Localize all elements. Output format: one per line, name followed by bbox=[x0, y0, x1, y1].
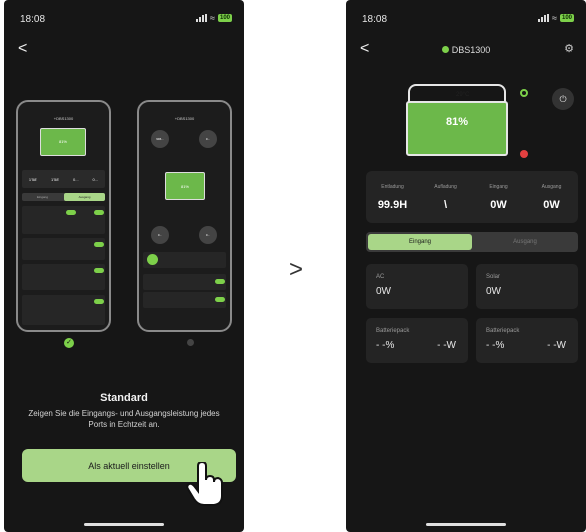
battery-pack-card[interactable]: Batteriepack - -% - -W bbox=[366, 318, 468, 363]
page-indicator-dot[interactable] bbox=[187, 339, 194, 346]
card-value: 0W bbox=[376, 286, 391, 297]
solar-input-card[interactable]: Solar 0W bbox=[476, 264, 578, 309]
tab-input[interactable]: Eingang bbox=[368, 234, 472, 250]
power-icon[interactable]: ⏻ bbox=[552, 88, 574, 110]
mini-node: 996... bbox=[151, 130, 169, 148]
mini-stats: 1'58' 1'58' 0... 0... bbox=[22, 170, 105, 188]
mini-node-value: 0... bbox=[157, 233, 163, 237]
tab-output[interactable]: Ausgang bbox=[474, 234, 576, 250]
mini-row bbox=[143, 274, 226, 290]
mini-stat: 1'58' bbox=[28, 176, 38, 182]
mini-row bbox=[22, 206, 105, 234]
status-time: 18:08 bbox=[362, 14, 388, 25]
device-dashboard-screen: 18:08 ≈ 100 < DBS1300 ⚙ 29°C 81% ⏻ Entla… bbox=[346, 0, 586, 532]
device-title: DBS1300 bbox=[346, 45, 586, 55]
mini-toggle bbox=[66, 210, 76, 215]
mini-toggle bbox=[215, 279, 225, 284]
layout-preview-flow[interactable]: +DBS1300 996... 0... 81% 0... 0... bbox=[137, 100, 232, 332]
home-indicator bbox=[426, 523, 506, 526]
mini-stat: 0... bbox=[73, 176, 79, 182]
signal-icon bbox=[538, 14, 550, 22]
card-label: AC bbox=[376, 274, 385, 280]
mini-node-value: 996... bbox=[156, 137, 164, 141]
mini-node: 0... bbox=[199, 130, 217, 148]
mini-row bbox=[22, 238, 105, 260]
layout-preview-standard[interactable]: +DBS1300 81% 1'58' 1'58' 0... 0... Einga… bbox=[16, 100, 111, 332]
mini-row bbox=[22, 295, 105, 325]
card-percent: - -% bbox=[486, 340, 505, 351]
mini-stat: 1'58' bbox=[50, 176, 60, 182]
input-indicator bbox=[520, 89, 528, 97]
mini-toggle bbox=[94, 268, 104, 273]
card-value: 0W bbox=[486, 286, 501, 297]
standard-view-preview-screen: 18:08 ≈ 100 < +DBS1300 81% 1'58' 1'58' 0… bbox=[4, 0, 244, 532]
stat-label: Eingang bbox=[489, 184, 508, 190]
mini-stat: 0... bbox=[92, 176, 99, 182]
mini-tab-output: Ausgang bbox=[64, 193, 105, 201]
mini-node: 0... bbox=[199, 226, 217, 244]
stat-value: \ bbox=[443, 199, 448, 211]
mini-row bbox=[22, 264, 105, 290]
layout-description: Zeigen Sie die Eingangs- und Ausgangslei… bbox=[28, 409, 220, 429]
chevron-right-icon: > bbox=[289, 256, 304, 283]
signal-icon bbox=[196, 14, 208, 22]
card-percent: - -% bbox=[376, 340, 395, 351]
device-name: DBS1300 bbox=[451, 45, 491, 55]
mini-node-value: 0... bbox=[205, 233, 211, 237]
hand-pointer-icon bbox=[186, 462, 223, 506]
back-icon[interactable]: < bbox=[18, 41, 27, 57]
status-time: 18:08 bbox=[20, 14, 46, 25]
battery-pack-card[interactable]: Batteriepack - -% - -W bbox=[476, 318, 578, 363]
mini-power-icon bbox=[147, 254, 158, 265]
mini-tab-input: Eingang bbox=[36, 195, 48, 199]
mini-battery-pct: 81% bbox=[58, 139, 67, 144]
io-tabs: Eingang Ausgang bbox=[366, 232, 578, 252]
mini-header: +DBS1300 bbox=[53, 116, 74, 121]
mini-toggle bbox=[94, 242, 104, 247]
stat-label: Ausgang bbox=[541, 184, 562, 190]
stat-label: Aufladung bbox=[434, 184, 457, 190]
wifi-icon: ≈ bbox=[552, 13, 557, 23]
card-label: Solar bbox=[486, 274, 501, 280]
mini-toggle bbox=[94, 210, 104, 215]
home-indicator bbox=[84, 523, 164, 526]
mini-header: +DBS1300 bbox=[174, 116, 195, 121]
status-icons: ≈ 100 bbox=[538, 13, 574, 23]
wifi-icon: ≈ bbox=[210, 13, 215, 23]
stat-label: Entladung bbox=[381, 184, 404, 190]
card-label: Batteriepack bbox=[486, 328, 520, 334]
stats-panel: Entladung 99.9H Aufladung \ Eingang 0W A… bbox=[366, 171, 578, 223]
mini-battery-pct: 81% bbox=[180, 184, 189, 189]
temperature-readout: 29°C bbox=[456, 92, 470, 98]
stat-value: 0W bbox=[490, 199, 507, 211]
mini-toggle bbox=[94, 299, 104, 304]
battery-percent: 81% bbox=[445, 116, 469, 128]
mini-toggle bbox=[215, 297, 225, 302]
card-watts: - -W bbox=[437, 340, 456, 351]
card-label: Batteriepack bbox=[376, 328, 410, 334]
stat-value: 99.9H bbox=[377, 199, 408, 211]
ac-input-card[interactable]: AC 0W bbox=[366, 264, 468, 309]
layout-title: Standard bbox=[100, 392, 148, 404]
mini-node-value: 0... bbox=[205, 137, 211, 141]
card-watts: - -W bbox=[547, 340, 566, 351]
settings-icon[interactable]: ⚙ bbox=[564, 42, 574, 55]
battery-icon: 100 bbox=[559, 14, 574, 22]
status-icons: ≈ 100 bbox=[196, 13, 232, 23]
mini-node: 0... bbox=[151, 226, 169, 244]
output-indicator bbox=[520, 150, 528, 158]
online-status-dot bbox=[441, 46, 449, 53]
mini-tabs: Eingang Ausgang bbox=[22, 193, 105, 201]
mini-row bbox=[143, 292, 226, 308]
check-icon: ✓ bbox=[64, 338, 74, 348]
battery-fill bbox=[406, 101, 508, 156]
battery-icon: 100 bbox=[217, 14, 232, 22]
stat-value: 0W bbox=[543, 199, 560, 211]
